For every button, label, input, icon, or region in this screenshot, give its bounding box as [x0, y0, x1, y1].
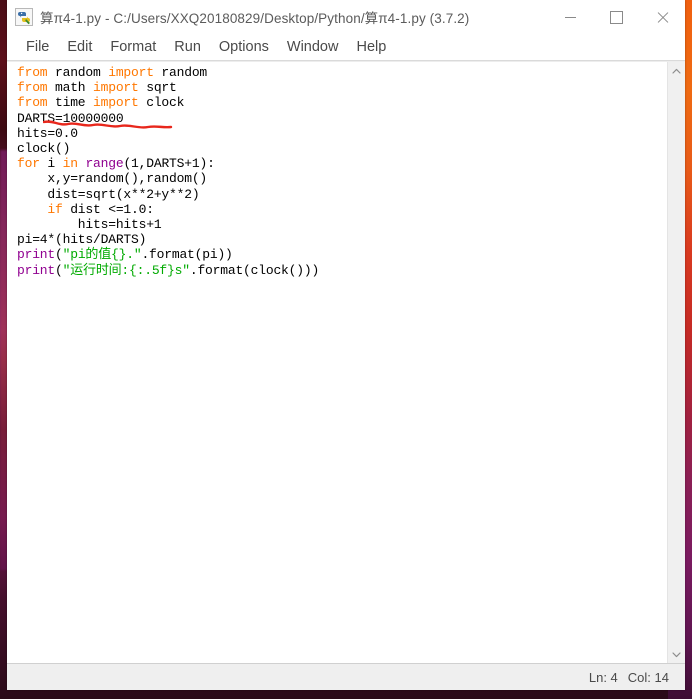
code-line-12: pi=4*(hits/DARTS): [17, 232, 147, 248]
menu-item-run[interactable]: Run: [165, 37, 210, 58]
chevron-down-icon[interactable]: [668, 646, 685, 663]
window-title: 算π4-1.py - C:/Users/XXQ20180829/Desktop/…: [40, 11, 470, 26]
code-line-7: for i in range(1,DARTS+1):: [17, 156, 215, 172]
code-line-10: if dist <=1.0:: [47, 201, 154, 217]
source-code[interactable]: from random import random from math impo…: [17, 65, 667, 278]
close-icon: [656, 11, 669, 24]
editor-area: from random import random from math impo…: [7, 61, 685, 663]
statusbar: Ln: 4 Col: 14: [7, 663, 685, 690]
menu-item-options[interactable]: Options: [210, 37, 278, 58]
menu-item-window[interactable]: Window: [278, 37, 348, 58]
chevron-up-icon[interactable]: [668, 62, 685, 79]
code-line-8: x,y=random(),random(): [47, 171, 208, 187]
menu-item-edit[interactable]: Edit: [58, 37, 101, 58]
status-column-number: Col: 14: [627, 669, 669, 685]
code-line-2: from math import sqrt: [17, 80, 177, 96]
menu-item-help[interactable]: Help: [347, 37, 395, 58]
menu-item-format[interactable]: Format: [101, 37, 165, 58]
code-line-9: dist=sqrt(x**2+y**2): [47, 186, 200, 202]
idle-editor-window: 算π4-1.py - C:/Users/XXQ20180829/Desktop/…: [7, 0, 685, 690]
code-line-6: clock(): [17, 141, 71, 157]
minimize-icon: [564, 16, 576, 18]
minimize-button[interactable]: [547, 0, 593, 34]
code-line-13: print("pi的值{}.".format(pi)): [17, 247, 233, 263]
python-idle-icon: [15, 8, 33, 26]
menu-item-file[interactable]: File: [17, 37, 58, 58]
vertical-scrollbar[interactable]: [667, 62, 685, 663]
close-button[interactable]: [639, 0, 685, 34]
code-line-4: DARTS=10000000: [17, 110, 124, 126]
code-line-11: hits=hits+1: [77, 217, 162, 233]
scrollbar-track[interactable]: [668, 79, 685, 646]
code-line-1: from random import random: [17, 65, 208, 80]
maximize-icon: [609, 10, 623, 24]
code-text-area[interactable]: from random import random from math impo…: [7, 62, 667, 663]
desktop-wallpaper: 算π4-1.py - C:/Users/XXQ20180829/Desktop/…: [0, 0, 692, 699]
menubar: File Edit Format Run Options Window Help: [7, 34, 685, 61]
maximize-button[interactable]: [593, 0, 639, 34]
code-line-3: from time import clock: [17, 95, 185, 111]
window-controls: [547, 0, 685, 34]
titlebar[interactable]: 算π4-1.py - C:/Users/XXQ20180829/Desktop/…: [7, 0, 685, 34]
code-line-14: print("运行时间:{:.5f}s".format(clock())): [17, 262, 320, 278]
status-line-number: Ln: 4: [588, 669, 618, 685]
code-line-5: hits=0.0: [17, 125, 78, 141]
